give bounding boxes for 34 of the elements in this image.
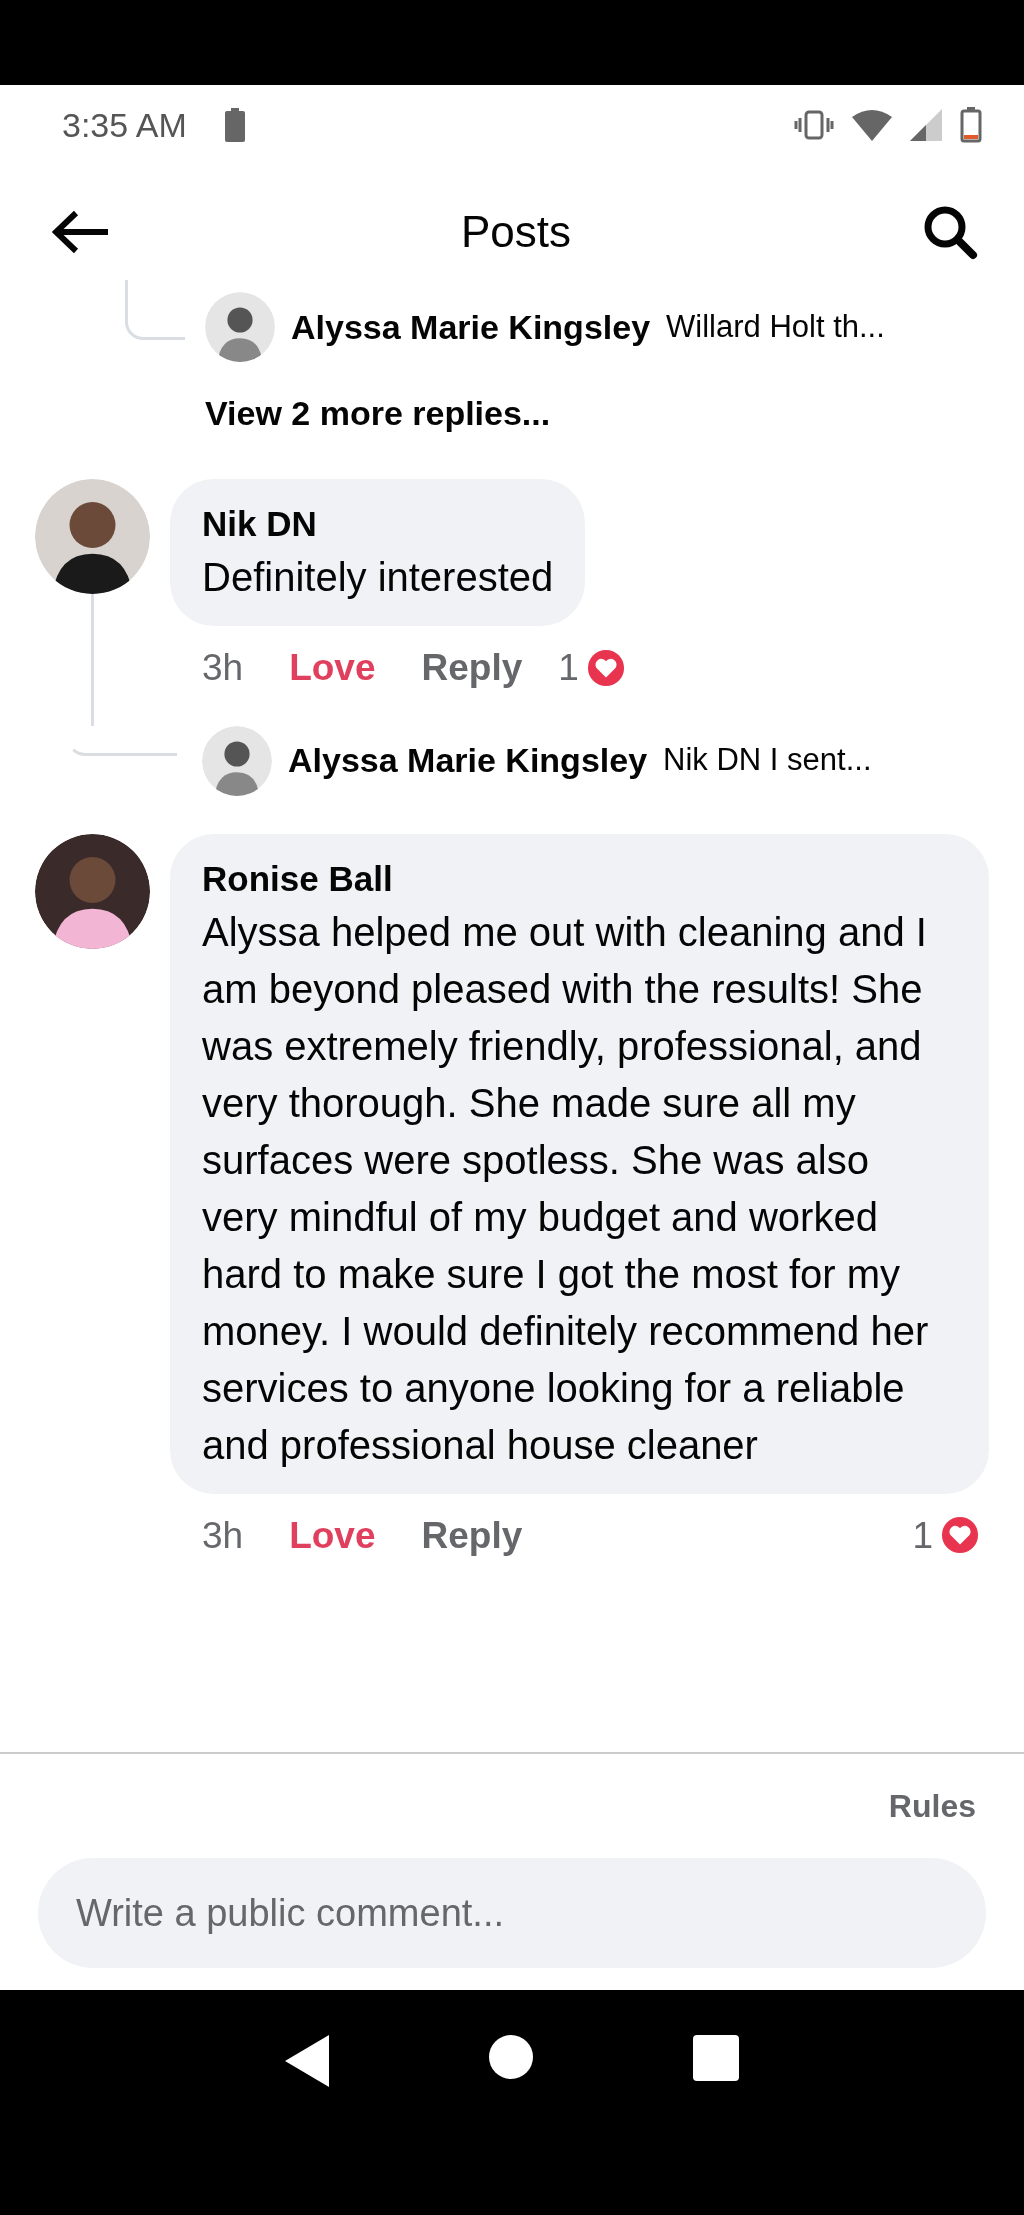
timestamp: 3h: [202, 1513, 244, 1558]
comment-input[interactable]: Write a public comment...: [38, 1858, 986, 1968]
view-more-replies-link[interactable]: View 2 more replies...: [205, 388, 551, 439]
battery-icon: [960, 107, 982, 143]
wifi-icon: [852, 109, 892, 141]
comment-author[interactable]: Ronise Ball: [202, 853, 957, 904]
reply-author[interactable]: Alyssa Marie Kingsley: [291, 301, 651, 353]
page-title: Posts: [460, 206, 571, 258]
home-circle-icon: [489, 2035, 533, 2079]
search-icon: [922, 204, 978, 260]
love-button[interactable]: Love: [289, 640, 376, 696]
reply-author[interactable]: Alyssa Marie Kingsley: [288, 735, 648, 786]
signal-icon: [910, 109, 942, 141]
reply-preview: Nik DN I sent...: [663, 741, 872, 780]
love-button[interactable]: Love: [289, 1507, 376, 1563]
back-triangle-icon: [285, 2035, 329, 2087]
thread-line: [125, 280, 185, 340]
reaction-count: 1: [558, 646, 579, 690]
reply-button[interactable]: Reply: [421, 640, 523, 696]
battery-icon: [224, 108, 245, 142]
home-nav-button[interactable]: [489, 2035, 533, 2079]
reply-button[interactable]: Reply: [421, 1507, 523, 1563]
vibrate-icon: [794, 110, 834, 140]
rules-link[interactable]: Rules: [888, 1782, 976, 1830]
comment-text: Alyssa helped me out with cleaning and I am beyond pleased with the results! She was extremely friendly, professional, and very thorough. She made sure all my surfaces were spotless. She was also very mindful of my budget and worked hard to make sure I got the most for my money. I would definitely recommend her services to anyone looking for a reliable and professional house cleaner: [202, 908, 930, 1469]
reaction-count: 1: [912, 1513, 933, 1558]
reply-preview: Willard Holt th...: [666, 307, 885, 346]
back-nav-button[interactable]: [285, 2035, 329, 2087]
back-arrow-icon: [52, 210, 110, 254]
status-time: 3:35 AM: [62, 104, 187, 146]
comment-author[interactable]: Nik DN: [202, 499, 554, 549]
timestamp: 3h: [202, 646, 244, 690]
recents-square-icon: [693, 2035, 739, 2081]
comment-text: Definitely interested: [202, 554, 554, 601]
